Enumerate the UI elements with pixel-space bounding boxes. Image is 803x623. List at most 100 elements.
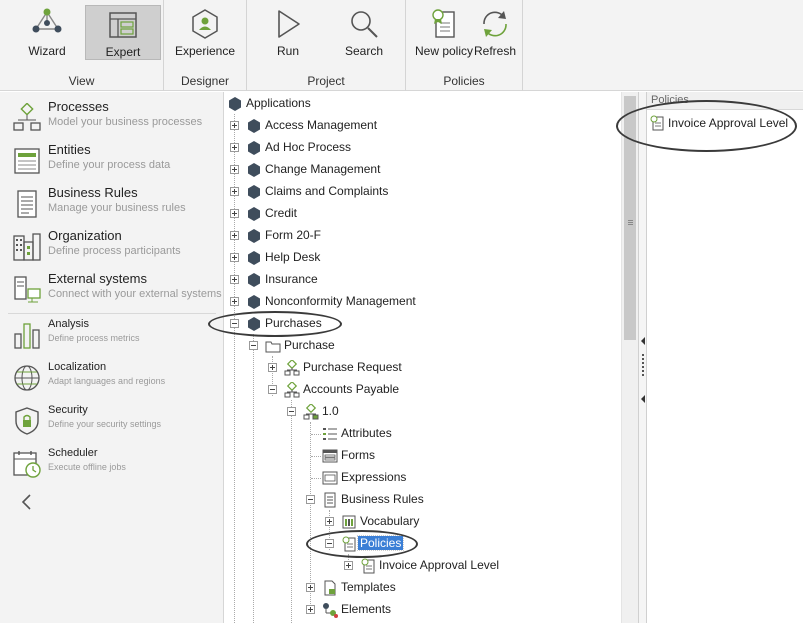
collapse-toggle[interactable] [268, 385, 277, 394]
chevron-left-icon[interactable] [20, 493, 34, 511]
run-button[interactable]: Run [250, 5, 326, 60]
shield-icon [15, 407, 39, 435]
nav-item-entities[interactable]: Entities Define your process data [0, 140, 224, 182]
expand-toggle[interactable] [325, 517, 334, 526]
nav-title: Security [48, 404, 88, 416]
tree-connector [311, 456, 321, 457]
expand-toggle[interactable] [344, 561, 353, 570]
nav-title: External systems [48, 271, 147, 286]
nav-title: Entities [48, 142, 91, 157]
tree-node-version[interactable]: 1.0 [225, 401, 620, 423]
nav-title: Localization [48, 361, 107, 373]
tree-node-app[interactable]: Nonconformity Management [225, 291, 620, 313]
expand-toggle[interactable] [230, 297, 239, 306]
nav-item-security[interactable]: Security Define your security settings [0, 400, 224, 442]
nav-subtitle: Adapt languages and regions [48, 376, 166, 386]
tree-label: Expressions [341, 470, 407, 484]
tree-label: Access Management [265, 118, 378, 132]
expand-toggle[interactable] [268, 363, 277, 372]
analysis-icon [14, 323, 40, 349]
hexagon-icon [248, 229, 260, 243]
expand-toggle[interactable] [230, 165, 239, 174]
tree-label: Purchases [265, 316, 322, 330]
tree-node-app[interactable]: Help Desk [225, 247, 620, 269]
experience-button[interactable]: Experience [167, 5, 243, 60]
nav-item-processes[interactable]: Processes Model your business processes [0, 97, 224, 139]
tree-node-process[interactable]: Accounts Payable [225, 379, 620, 401]
expand-toggle[interactable] [306, 583, 315, 592]
expand-toggle[interactable] [230, 121, 239, 130]
tree-node-policies[interactable]: Policies [225, 533, 620, 555]
expand-toggle[interactable] [230, 275, 239, 284]
nav-item-analysis[interactable]: Analysis Define process metrics [0, 314, 224, 356]
tree-node-app[interactable]: Access Management [225, 115, 620, 137]
hexagon-icon [229, 97, 241, 111]
run-label: Run [276, 44, 299, 58]
tree-node-app[interactable]: Insurance [225, 269, 620, 291]
tree-label: Elements [341, 602, 392, 616]
hexagon-icon [248, 207, 260, 221]
nav-subtitle: Define your security settings [48, 419, 162, 429]
tree-node-app[interactable]: Claims and Complaints [225, 181, 620, 203]
collapse-toggle[interactable] [287, 407, 296, 416]
expand-toggle[interactable] [230, 143, 239, 152]
tree-node-templates[interactable]: Templates [225, 577, 620, 599]
tree-node-app[interactable]: Form 20-F [225, 225, 620, 247]
grip-dot [642, 358, 644, 360]
tree-node-purchases[interactable]: Purchases [225, 313, 620, 335]
nav-item-localization[interactable]: Localization Adapt languages and regions [0, 357, 224, 399]
tree-node-applications[interactable]: Applications [225, 93, 620, 115]
expert-button[interactable]: Expert [85, 5, 161, 60]
tree-node-policy[interactable]: Invoice Approval Level [225, 555, 620, 577]
hexagon-icon [248, 251, 260, 265]
expand-toggle[interactable] [230, 187, 239, 196]
tree-node-app[interactable]: Credit [225, 203, 620, 225]
expand-toggle[interactable] [306, 605, 315, 614]
nav-item-business-rules[interactable]: Business Rules Manage your business rule… [0, 183, 224, 225]
tree-node-process[interactable]: Purchase Request [225, 357, 620, 379]
nav-item-external-systems[interactable]: External systems Connect with your exter… [0, 269, 224, 311]
nav-item-scheduler[interactable]: Scheduler Execute offline jobs [0, 443, 224, 485]
tree-node-attributes[interactable]: Attributes [225, 423, 620, 445]
nav-title: Processes [48, 99, 109, 114]
nav-subtitle: Connect with your external systems [48, 288, 222, 300]
wizard-button[interactable]: Wizard [9, 5, 85, 60]
collapse-toggle[interactable] [325, 539, 334, 548]
scrollbar-thumb[interactable] [624, 96, 636, 340]
collapse-toggle[interactable] [306, 495, 315, 504]
tree-label: Form 20-F [265, 228, 322, 242]
expand-toggle[interactable] [230, 209, 239, 218]
refresh-label: Refresh [473, 44, 517, 58]
group-label-policies: Policies [443, 74, 485, 88]
hexagon-icon [248, 185, 260, 199]
tree-node-app[interactable]: Change Management [225, 159, 620, 181]
tree-node-elements[interactable]: Elements [225, 599, 620, 621]
ribbon-toolbar: Wizard Expert View Experience Designer R… [0, 0, 803, 91]
group-label-designer: Designer [180, 74, 230, 88]
expand-toggle[interactable] [230, 253, 239, 262]
tree-node-forms[interactable]: Forms [225, 445, 620, 467]
external-systems-icon [14, 276, 41, 303]
collapse-toggle[interactable] [249, 341, 258, 350]
search-button[interactable]: Search [326, 5, 402, 60]
expand-toggle[interactable] [230, 231, 239, 240]
wizard-label: Wizard [28, 44, 66, 58]
experience-icon [192, 9, 218, 39]
tree-label: Credit [265, 206, 298, 220]
tree-scrollbar[interactable] [621, 92, 638, 623]
forms-icon [322, 449, 338, 463]
policy-list-item[interactable]: Invoice Approval Level [647, 112, 803, 134]
search-icon [351, 11, 378, 38]
panel-splitter[interactable] [638, 92, 647, 623]
tree-node-business-rules[interactable]: Business Rules [225, 489, 620, 511]
nav-subtitle: Define process participants [48, 245, 181, 257]
tree-node-purchase-folder[interactable]: Purchase [225, 335, 620, 357]
refresh-button[interactable]: Refresh [463, 5, 527, 60]
tree-node-expressions[interactable]: Expressions [225, 467, 620, 489]
nav-item-organization[interactable]: Organization Define process participants [0, 226, 224, 268]
attributes-icon [323, 428, 337, 440]
tree-node-app[interactable]: Ad Hoc Process [225, 137, 620, 159]
tree-node-vocabulary[interactable]: Vocabulary [225, 511, 620, 533]
collapse-toggle[interactable] [230, 319, 239, 328]
hexagon-icon [248, 295, 260, 309]
